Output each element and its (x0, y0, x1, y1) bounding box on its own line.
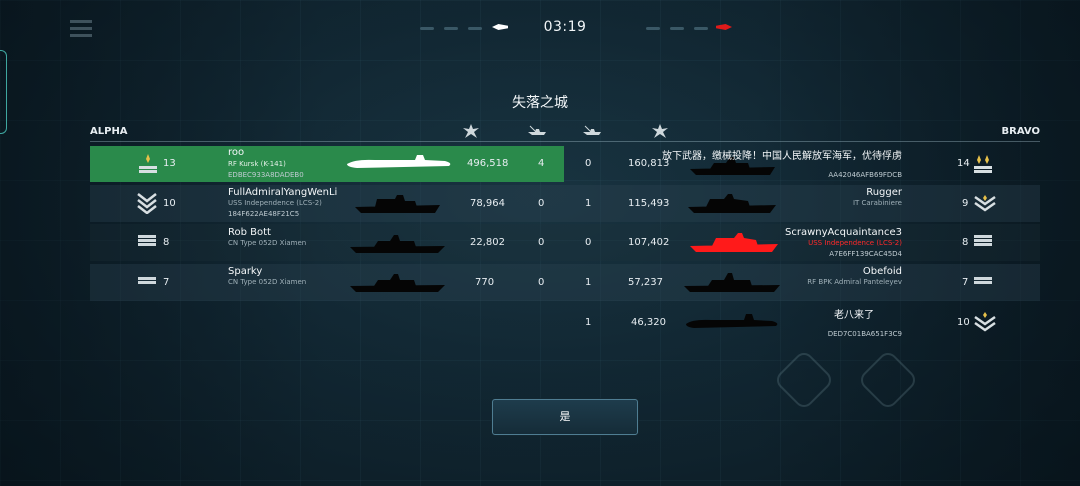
bravo-kills: 0 (585, 237, 592, 248)
bravo-rank: 14 (957, 158, 970, 169)
alpha-damage: 770 (475, 277, 495, 288)
bravo-player-name[interactable]: 老八来了 (834, 306, 874, 321)
alpha-kills: 0 (538, 277, 545, 288)
bravo-player-name[interactable]: Rugger (866, 187, 902, 198)
alpha-rank: 8 (163, 237, 170, 248)
alpha-player-uid: EDBEC933A8DADEB0 (228, 171, 304, 179)
bravo-rank: 9 (962, 198, 969, 209)
alpha-kills: 0 (538, 198, 545, 209)
alpha-kills: 4 (538, 158, 545, 169)
alpha-damage: 78,964 (470, 198, 505, 209)
alpha-damage: 22,802 (470, 237, 505, 248)
bravo-kills: 1 (585, 317, 592, 328)
alpha-player-name[interactable]: roo (228, 147, 244, 158)
damage-icon (652, 124, 668, 138)
submarine-silhouette-icon (347, 155, 451, 168)
bravo-rank: 7 (962, 277, 969, 288)
bravo-damage: 107,402 (628, 237, 670, 248)
bravo-damage: 57,237 (628, 277, 663, 288)
ship-silhouette-icon (688, 194, 776, 213)
bravo-player-name[interactable]: Obefoid (863, 266, 902, 277)
rank-chevron-icon (137, 193, 157, 214)
rank-bars-icon (974, 277, 992, 291)
map-title: 失落之城 (512, 95, 568, 111)
alpha-player-name[interactable]: Rob Bott (228, 227, 271, 238)
bravo-ship-name: IT Carabiniere (852, 199, 902, 207)
match-timer: 03:19 (543, 19, 587, 35)
ship-silhouette-icon (350, 274, 445, 292)
bravo-player-name[interactable]: ScrawnyAcquaintance3 (785, 227, 902, 238)
ship-silhouette-icon (350, 235, 445, 253)
damage-icon (463, 124, 479, 138)
bravo-kills: 1 (585, 277, 592, 288)
alpha-player-name[interactable]: FullAdmiralYangWenLi (228, 187, 337, 198)
rank-chevron-icon (974, 312, 996, 332)
bravo-team-label: BRAVO (1001, 126, 1040, 137)
header-divider (90, 141, 1040, 142)
rank-bars-icon (138, 277, 156, 291)
alpha-rank: 13 (163, 158, 176, 169)
bravo-player-name[interactable]: 放下武器，缴械投降！中国人民解放军海军，优待俘虏 (662, 147, 902, 162)
alpha-ship-name: CN Type 052D Xiamen (228, 239, 307, 247)
rank-bars-icon (974, 235, 992, 249)
kills-ship-icon (528, 125, 546, 135)
bravo-torpedo-icon (716, 24, 732, 30)
bravo-rank: 10 (957, 317, 970, 328)
bravo-rank: 8 (962, 237, 969, 248)
alpha-torpedo-icon (492, 24, 508, 30)
match-timer-bar: 03:19 (0, 15, 1080, 41)
bravo-player-uid: AA42046AFB69FDCB (828, 171, 902, 179)
alpha-team-label: ALPHA (90, 126, 128, 137)
rank-bars-icon (138, 235, 156, 249)
alpha-kills: 0 (538, 237, 545, 248)
bravo-kills: 0 (585, 158, 592, 169)
rank-insignia-icon (974, 155, 992, 173)
bravo-player-uid: DED7C01BA651F3C9 (827, 330, 902, 338)
bravo-player-uid: A7E6FF139CAC45D4 (829, 250, 902, 258)
bravo-damage: 115,493 (628, 198, 670, 209)
alpha-ship-name: CN Type 052D Xiamen (228, 278, 307, 286)
alpha-damage: 496,518 (467, 158, 509, 169)
alpha-ship-name: USS Independence (LCS-2) (228, 199, 322, 207)
confirm-button[interactable]: 是 (492, 399, 638, 435)
alpha-rank: 10 (163, 198, 176, 209)
bravo-kills: 1 (585, 198, 592, 209)
alpha-player-name[interactable]: Sparky (228, 266, 262, 277)
bravo-ship-name: RF BPK Admiral Panteleyev (807, 278, 902, 286)
alpha-rank: 7 (163, 277, 170, 288)
bravo-ship-name: USS Independence (LCS-2) (808, 239, 902, 247)
alpha-player-uid: 184F622AE48F21C5 (228, 210, 300, 218)
alpha-ship-name: RF Kursk (K-141) (228, 160, 286, 168)
ship-silhouette-icon (355, 195, 440, 213)
rank-chevron-icon (974, 195, 996, 212)
rank-insignia-icon (139, 154, 157, 173)
enemy-ship-silhouette-icon (690, 233, 778, 252)
submarine-silhouette-icon (686, 314, 778, 328)
kills-ship-icon (583, 125, 601, 135)
bravo-damage: 46,320 (631, 317, 666, 328)
ship-silhouette-icon (684, 273, 780, 292)
